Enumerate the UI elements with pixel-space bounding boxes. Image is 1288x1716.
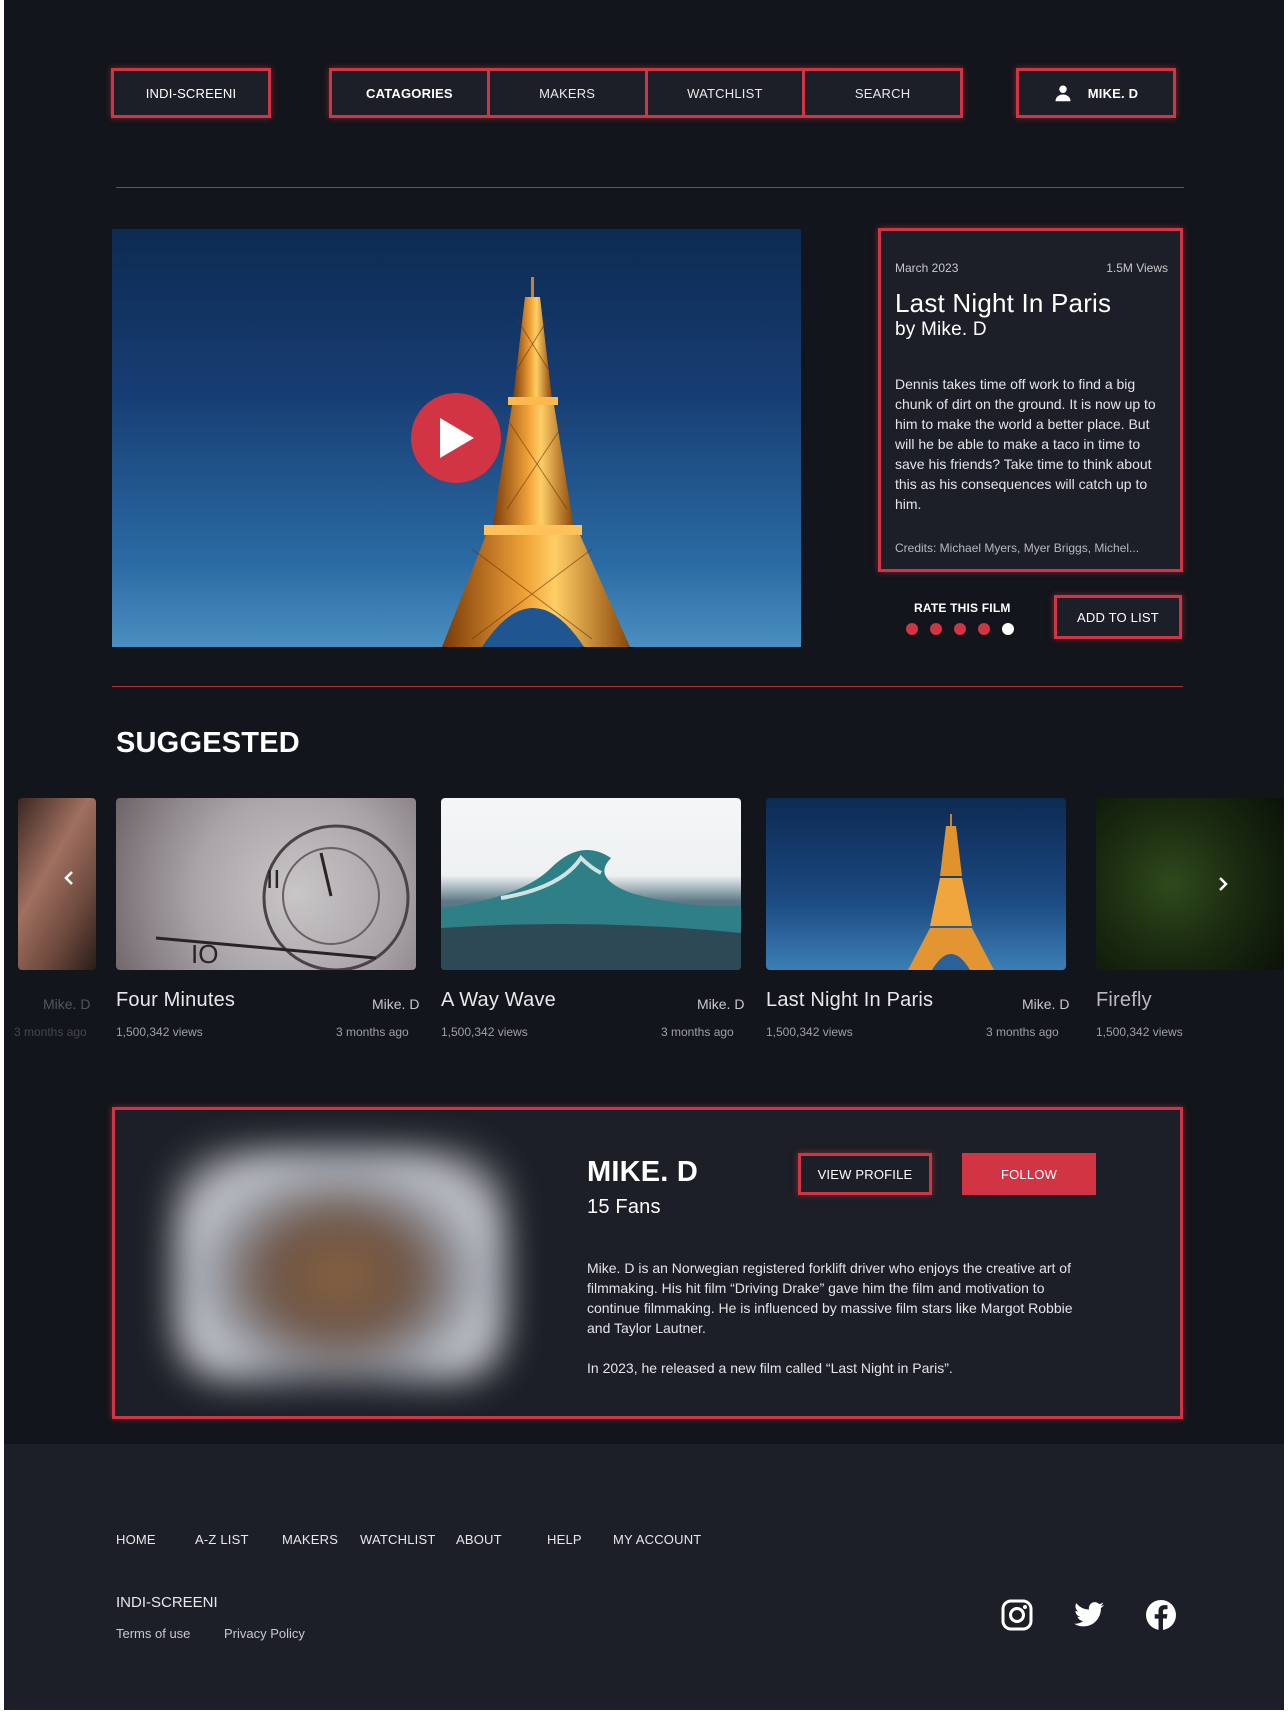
rating-dot-4[interactable]: [978, 623, 990, 635]
user-account-button[interactable]: MIKE. D: [1016, 68, 1176, 118]
nav-makers[interactable]: MAKERS: [490, 71, 648, 115]
svg-text:IO: IO: [191, 939, 218, 969]
film-author[interactable]: by Mike. D: [895, 319, 987, 341]
film-credits: Credits: Michael Myers, Myer Briggs, Mic…: [895, 541, 1140, 555]
maker-profile-card: MIKE. D 15 Fans VIEW PROFILE FOLLOW Mike…: [112, 1107, 1183, 1419]
user-name: MIKE. D: [1087, 85, 1139, 101]
view-count: 1.5M Views: [1106, 261, 1168, 275]
nav-watchlist[interactable]: WATCHLIST: [648, 71, 806, 115]
card-maker: Mike. D: [43, 996, 91, 1012]
footer-link-help[interactable]: HELP: [547, 1532, 582, 1547]
footer: HOME A-Z LIST MAKERS WATCHLIST ABOUT HEL…: [4, 1444, 1284, 1710]
facebook-icon[interactable]: [1144, 1598, 1178, 1632]
watch-image: II IO: [155, 824, 410, 970]
thumbnail-watch[interactable]: II IO: [116, 798, 416, 970]
card-views: 1,500,342 views: [766, 1025, 853, 1039]
rate-label: RATE THIS FILM: [914, 601, 1011, 615]
suggested-heading: SUGGESTED: [116, 727, 300, 759]
bio-paragraph: In 2023, he released a new film called “…: [587, 1360, 953, 1376]
carousel-next-button[interactable]: [1211, 872, 1235, 896]
card-title[interactable]: Four Minutes: [116, 989, 235, 1012]
rating-dot-1[interactable]: [906, 623, 918, 635]
avatar: [175, 1150, 505, 1380]
follow-button[interactable]: FOLLOW: [962, 1153, 1096, 1195]
eiffel-tower-image: [908, 814, 994, 970]
chevron-right-icon: [1219, 877, 1228, 891]
card-maker[interactable]: Mike. D: [372, 996, 419, 1012]
video-player[interactable]: [112, 229, 801, 647]
carousel-prev-button[interactable]: [57, 866, 81, 890]
instagram-icon[interactable]: [1000, 1598, 1034, 1632]
release-date: March 2023: [895, 261, 959, 275]
section-divider: [112, 686, 1183, 687]
footer-link-watchlist[interactable]: WATCHLIST: [360, 1532, 435, 1547]
fan-count: 15 Fans: [587, 1196, 661, 1218]
maker-bio: Mike. D is an Norwegian registered forkl…: [587, 1258, 1087, 1378]
terms-link[interactable]: Terms of use: [116, 1626, 190, 1641]
card-views: 1,500,342 views: [1096, 1025, 1183, 1039]
thumbnail-firefly[interactable]: [1096, 798, 1284, 970]
wave-image: [441, 850, 741, 970]
bio-paragraph: Mike. D is an Norwegian registered forkl…: [587, 1260, 1073, 1336]
logo-button[interactable]: INDI-SCREENI: [111, 68, 271, 118]
privacy-link[interactable]: Privacy Policy: [224, 1626, 305, 1641]
footer-link-home[interactable]: HOME: [116, 1532, 156, 1547]
card-views: 1,500,342 views: [116, 1025, 203, 1039]
card-title[interactable]: A Way Wave: [441, 989, 556, 1012]
rating-dot-3[interactable]: [954, 623, 966, 635]
thumbnail-wave[interactable]: [441, 798, 741, 970]
card-age: 3 months ago: [986, 1025, 1059, 1039]
card-age: 3 months ago: [14, 1025, 87, 1039]
user-icon: [1055, 85, 1071, 102]
card-maker[interactable]: Mike. D: [697, 996, 744, 1012]
card-maker[interactable]: Mike. D: [1022, 996, 1069, 1012]
rating-dot-5[interactable]: [1002, 623, 1014, 635]
nav-search[interactable]: SEARCH: [805, 71, 960, 115]
footer-link-az-list[interactable]: A-Z LIST: [195, 1532, 249, 1547]
card-views: 1,500,342 views: [441, 1025, 528, 1039]
footer-link-about[interactable]: ABOUT: [456, 1532, 502, 1547]
play-icon: [440, 418, 474, 458]
card-title[interactable]: Last Night In Paris: [766, 989, 933, 1012]
footer-link-makers[interactable]: MAKERS: [282, 1532, 338, 1547]
play-button[interactable]: [411, 393, 501, 483]
card-age: 3 months ago: [661, 1025, 734, 1039]
chevron-left-icon: [64, 871, 73, 885]
maker-name: MIKE. D: [587, 1156, 698, 1188]
page: INDI-SCREENI CATAGORIES MAKERS WATCHLIST…: [4, 0, 1284, 1710]
header-divider: [116, 187, 1184, 188]
add-to-list-button[interactable]: ADD TO LIST: [1054, 595, 1182, 639]
film-title: Last Night In Paris: [895, 288, 1112, 318]
rating-dots[interactable]: [906, 623, 1014, 635]
footer-link-my-account[interactable]: MY ACCOUNT: [613, 1532, 701, 1547]
thumbnail-eiffel[interactable]: [766, 798, 1066, 970]
film-info-card: March 2023 1.5M Views Last Night In Pari…: [878, 228, 1183, 572]
card-age: 3 months ago: [336, 1025, 409, 1039]
main-nav: CATAGORIES MAKERS WATCHLIST SEARCH: [329, 68, 963, 118]
rating-dot-2[interactable]: [930, 623, 942, 635]
view-profile-button[interactable]: VIEW PROFILE: [798, 1153, 932, 1195]
film-description: Dennis takes time off work to find a big…: [895, 376, 1156, 512]
footer-brand: INDI-SCREENI: [116, 1594, 218, 1611]
nav-categories[interactable]: CATAGORIES: [332, 71, 490, 115]
svg-text:II: II: [266, 864, 280, 894]
twitter-icon[interactable]: [1072, 1598, 1106, 1632]
card-title[interactable]: Firefly: [1096, 989, 1152, 1012]
